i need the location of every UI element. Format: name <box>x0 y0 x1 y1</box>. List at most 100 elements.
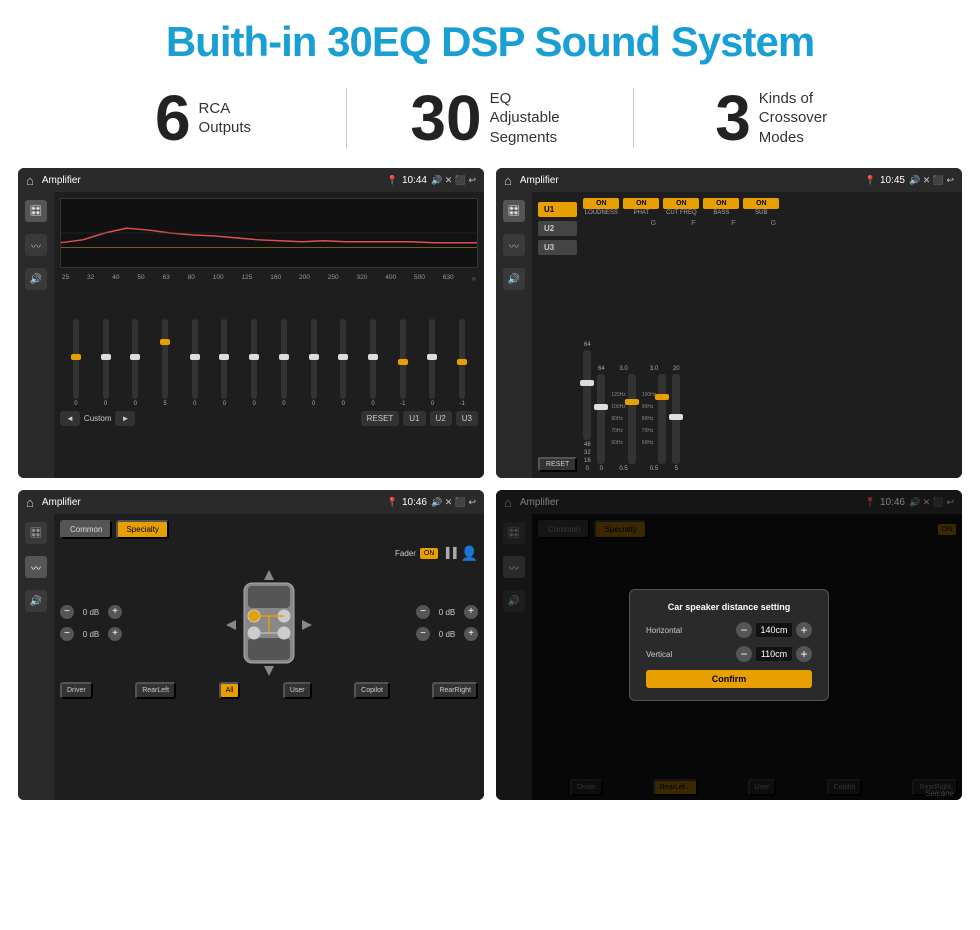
eq-slider-5[interactable]: 0 <box>211 319 239 407</box>
tab-specialty[interactable]: Specialty <box>116 520 168 539</box>
user-tab-u2[interactable]: U2 <box>538 221 577 236</box>
speaker-tune-icon[interactable]: 🎛 <box>25 522 47 544</box>
eq-u2-button[interactable]: U2 <box>430 411 452 426</box>
home-icon-speaker[interactable]: ⌂ <box>26 495 34 510</box>
crossover-tune-icon[interactable]: 🎛 <box>503 200 525 222</box>
crossover-reset-button[interactable]: RESET <box>538 457 577 472</box>
cutfreq-slider[interactable] <box>628 374 636 464</box>
crossover-speaker-icon[interactable]: 🔊 <box>503 268 525 290</box>
db-minus-lb[interactable]: − <box>60 627 74 641</box>
dialog-v-minus[interactable]: − <box>736 646 752 662</box>
db-minus-rb[interactable]: − <box>416 627 430 641</box>
stat-number-6: 6 <box>155 86 191 150</box>
eq-slider-4[interactable]: 0 <box>181 319 209 407</box>
db-value-rb: 0 dB <box>433 630 461 639</box>
eq-custom-label: Custom <box>84 414 112 423</box>
bass-slider-group: 3.0 100Hz90Hz80Hz70Hz60Hz 0.5 <box>642 366 666 472</box>
eq-val-9: 0 <box>342 401 345 407</box>
phat-label: PHAT <box>623 210 659 216</box>
home-icon-crossover[interactable]: ⌂ <box>504 173 512 188</box>
sub-label: SUB <box>743 210 779 216</box>
eq-slider-9[interactable]: 0 <box>329 319 357 407</box>
eq-prev-button[interactable]: ◄ <box>60 411 80 426</box>
speaker-screen: ⌂ Amplifier 📍 10:46 🔊 ✕ ⬛ ↩ 🎛 〰 🔊 Common… <box>18 490 484 800</box>
db-plus-lt[interactable]: + <box>108 605 122 619</box>
sub-slider[interactable] <box>672 374 680 464</box>
eq-slider-2[interactable]: 0 <box>121 319 149 407</box>
sub-on-btn[interactable]: ON <box>743 198 779 209</box>
dialog-h-minus[interactable]: − <box>736 622 752 638</box>
sidebar-wave-icon[interactable]: 〰 <box>25 234 47 256</box>
sidebar-speaker-icon[interactable]: 🔊 <box>25 268 47 290</box>
crossover-wave-icon[interactable]: 〰 <box>503 234 525 256</box>
dialog-horizontal-ctrl: − 140cm + <box>736 622 812 638</box>
eq-slider-11[interactable]: -1 <box>389 319 417 407</box>
amplifier-title-crossover: Amplifier <box>520 175 861 186</box>
speaker-screen-content: 🎛 〰 🔊 Common Specialty Fader ON ▐▐ 👤 <box>18 514 484 800</box>
bass-label: BASS <box>703 210 739 216</box>
db-plus-rt[interactable]: + <box>464 605 478 619</box>
eq-slider-3[interactable]: 5 <box>151 319 179 407</box>
eq-freq-labels: 2532405063 80100125160200 25032040050063… <box>60 274 478 283</box>
speaker-speaker-icon[interactable]: 🔊 <box>25 590 47 612</box>
db-minus-lt[interactable]: − <box>60 605 74 619</box>
all-button[interactable]: All <box>219 682 241 699</box>
rear-right-button[interactable]: RearRight <box>432 682 478 699</box>
db-minus-rt[interactable]: − <box>416 605 430 619</box>
sidebar-tune-icon[interactable]: 🎛 <box>25 200 47 222</box>
eq-next-button[interactable]: ► <box>115 411 135 426</box>
speaker-dialog-screen: ⌂ Amplifier 📍 10:46 🔊 ✕ ⬛ ↩ 🎛 〰 🔊 Common… <box>496 490 962 800</box>
home-icon-eq[interactable]: ⌂ <box>26 173 34 188</box>
speaker-left-sidebar: 🎛 〰 🔊 <box>18 514 54 800</box>
stat-number-30: 30 <box>410 86 481 150</box>
loudness-slider[interactable] <box>583 350 591 440</box>
dialog-vertical-label: Vertical <box>646 650 672 659</box>
user-tab-u3[interactable]: U3 <box>538 240 577 255</box>
db-plus-rb[interactable]: + <box>464 627 478 641</box>
eq-slider-10[interactable]: 0 <box>359 319 387 407</box>
crossover-controls: ON LOUDNESS ON PHAT ON CUT FREQ ON <box>583 198 956 472</box>
stat-label-rca: RCA Outputs <box>199 99 252 138</box>
eq-slider-1[interactable]: 0 <box>92 319 120 407</box>
copilot-button[interactable]: Copilot <box>354 682 390 699</box>
driver-button[interactable]: Driver <box>60 682 93 699</box>
eq-slider-7[interactable]: 0 <box>270 319 298 407</box>
stat-number-3: 3 <box>715 86 751 150</box>
dialog-confirm-button[interactable]: Confirm <box>646 670 812 688</box>
loudness-on-btn[interactable]: ON <box>583 198 619 209</box>
eq-slider-6[interactable]: 0 <box>240 319 268 407</box>
tab-common[interactable]: Common <box>60 520 112 539</box>
fader-on-toggle[interactable]: ON <box>420 548 439 559</box>
eq-slider-0[interactable]: 0 <box>62 319 90 407</box>
speaker-tabs-row: Common Specialty <box>60 520 478 539</box>
eq-u1-button[interactable]: U1 <box>403 411 425 426</box>
dialog-v-plus[interactable]: + <box>796 646 812 662</box>
dialog-h-plus[interactable]: + <box>796 622 812 638</box>
speaker-wave-icon[interactable]: 〰 <box>25 556 47 578</box>
eq-reset-button[interactable]: RESET <box>361 411 400 426</box>
dialog-title: Car speaker distance setting <box>646 602 812 612</box>
dialog-vertical-ctrl: − 110cm + <box>736 646 812 662</box>
phat-control: ON PHAT <box>623 198 659 216</box>
eq-u3-button[interactable]: U3 <box>456 411 478 426</box>
user-tab-u1[interactable]: U1 <box>538 202 577 217</box>
eq-slider-8[interactable]: 0 <box>300 319 328 407</box>
car-diagram <box>126 568 412 678</box>
db-control-left-top: − 0 dB + <box>60 605 122 619</box>
bass-slider[interactable] <box>658 374 666 464</box>
eq-slider-13[interactable]: -1 <box>448 319 476 407</box>
rear-left-button[interactable]: RearLeft <box>135 682 176 699</box>
eq-val-6: 0 <box>253 401 256 407</box>
eq-val-10: 0 <box>371 401 374 407</box>
eq-slider-12[interactable]: 0 <box>419 319 447 407</box>
user-button[interactable]: User <box>283 682 312 699</box>
on-buttons-row: ON LOUDNESS ON PHAT ON CUT FREQ ON <box>583 198 956 216</box>
dialog-vertical-row: Vertical − 110cm + <box>646 646 812 662</box>
cutfreq-on-btn[interactable]: ON <box>663 198 699 209</box>
db-plus-lb[interactable]: + <box>108 627 122 641</box>
bass-on-btn[interactable]: ON <box>703 198 739 209</box>
phat-slider[interactable] <box>597 374 605 464</box>
phat-on-btn[interactable]: ON <box>623 198 659 209</box>
stat-crossover: 3 Kinds of Crossover Modes <box>634 86 920 150</box>
user-profile-icon[interactable]: 👤 <box>461 545 478 562</box>
